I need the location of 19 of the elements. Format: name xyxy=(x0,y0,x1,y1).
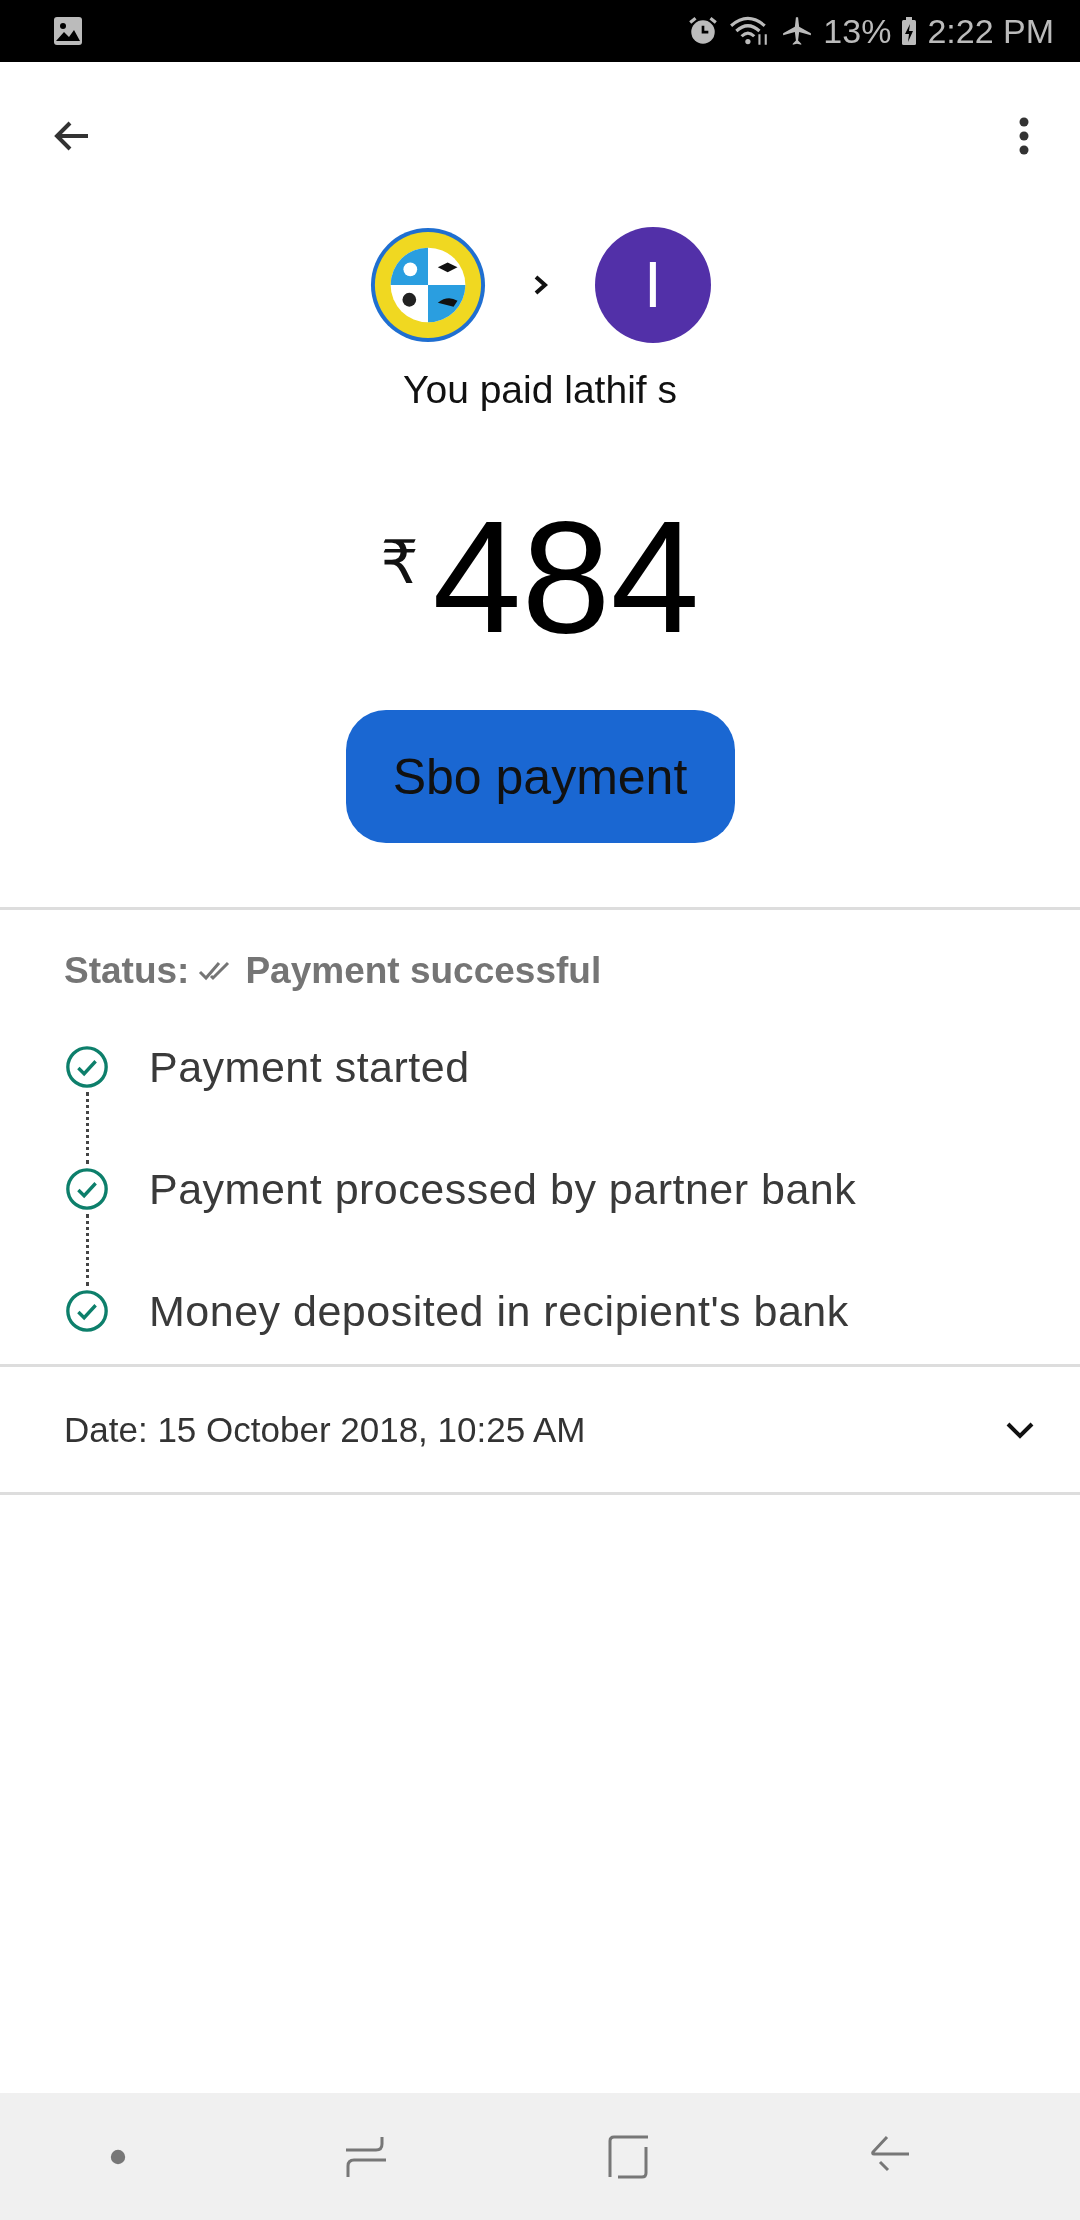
battery-percentage: 13% xyxy=(823,11,892,51)
recipient-avatar: I xyxy=(595,227,711,343)
transaction-date: Date: 15 October 2018, 10:25 AM xyxy=(64,1409,586,1450)
clock-time: 2:22 PM xyxy=(927,11,1054,51)
status-label: Status: xyxy=(64,950,190,992)
date-row[interactable]: Date: 15 October 2018, 10:25 AM xyxy=(0,1367,1080,1492)
payment-amount: 484 xyxy=(432,497,700,657)
image-icon xyxy=(53,16,83,46)
step-label: Money deposited in recipient's bank xyxy=(149,1288,849,1334)
payment-headline: You paid lathif s xyxy=(402,368,678,412)
step-label: Payment started xyxy=(149,1044,470,1090)
alarm-icon xyxy=(687,15,720,47)
step-label: Payment processed by partner bank xyxy=(149,1166,857,1212)
currency-symbol: ₹ xyxy=(380,528,419,597)
battery-icon xyxy=(901,16,918,46)
status-value: Payment successful xyxy=(245,950,602,992)
payment-note: Sbo payment xyxy=(345,710,735,843)
airplane-icon xyxy=(781,15,814,47)
dot-icon[interactable] xyxy=(108,2147,127,2166)
